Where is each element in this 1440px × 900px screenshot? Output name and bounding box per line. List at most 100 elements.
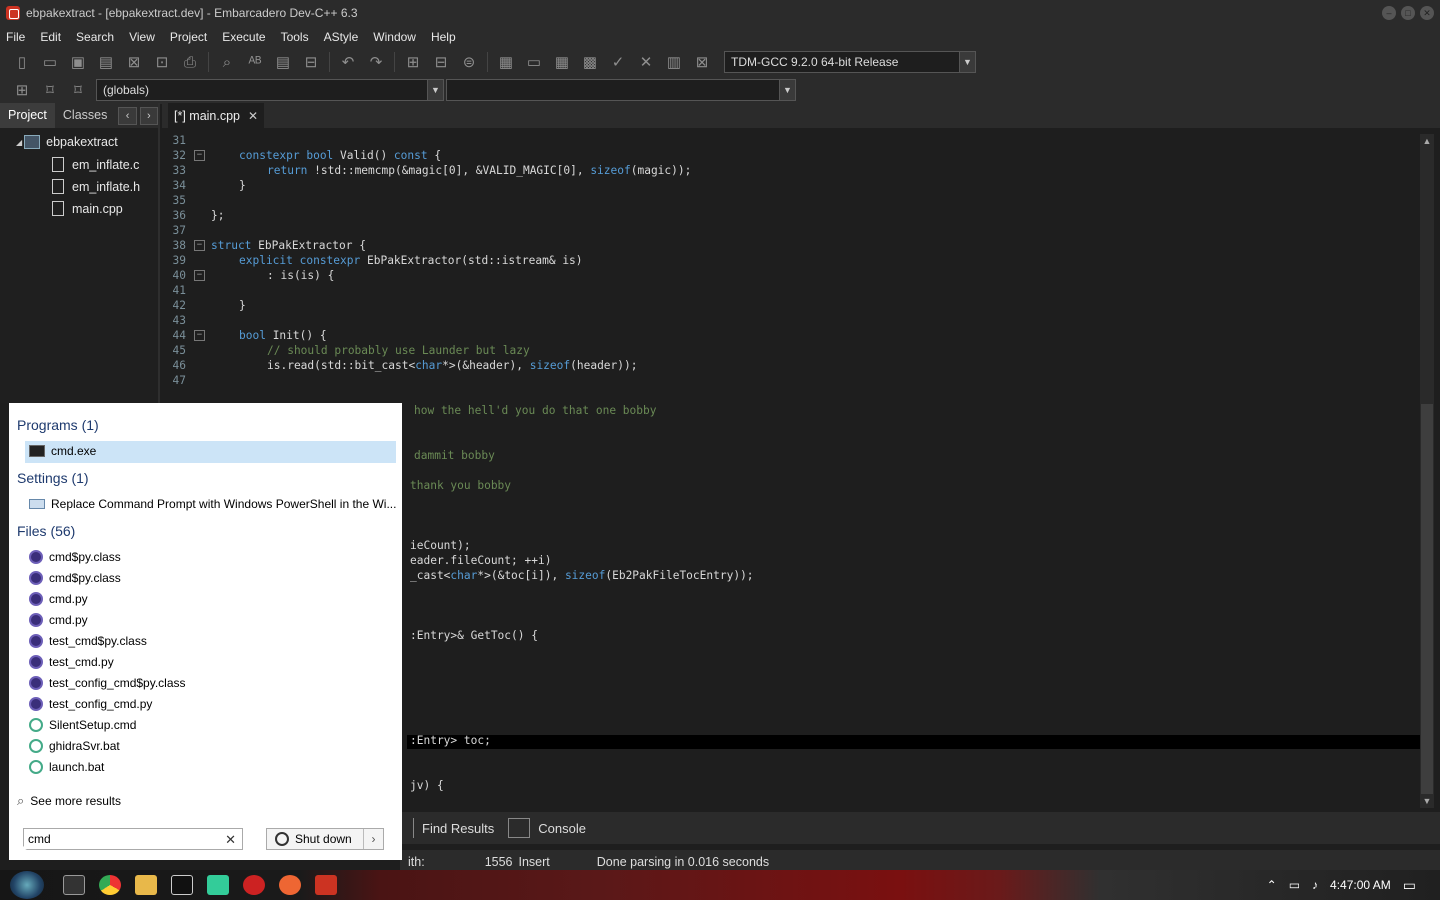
menu-edit[interactable]: Edit (40, 30, 61, 44)
7zip-icon[interactable] (171, 875, 193, 895)
task-view-icon[interactable] (63, 875, 85, 895)
new-file-icon[interactable]: ▯ (11, 52, 33, 72)
menu-tools[interactable]: Tools (281, 30, 309, 44)
network-icon[interactable]: ▭ (1289, 878, 1300, 892)
tree-file-em-inflate-h[interactable]: em_inflate.h (52, 179, 140, 194)
compile-icon[interactable]: ▦ (495, 52, 517, 72)
notifications-icon[interactable]: ▭ (1403, 877, 1416, 894)
menu-file[interactable]: File (6, 30, 25, 44)
firefox-icon[interactable] (279, 875, 301, 895)
open-folder-icon[interactable]: ▭ (39, 52, 61, 72)
menu-help[interactable]: Help (431, 30, 456, 44)
undo-icon[interactable]: ↶ (337, 52, 359, 72)
compile-run-icon[interactable]: ▦ (551, 52, 573, 72)
result-file[interactable]: ghidraSvr.bat (29, 739, 120, 753)
save-all-icon[interactable]: ▤ (95, 52, 117, 72)
close-all-icon[interactable]: ⊡ (151, 52, 173, 72)
fold-icon[interactable]: − (194, 270, 205, 281)
project-root[interactable]: ◢ ebpakextract (16, 135, 118, 149)
expand-icon[interactable]: ◢ (16, 138, 22, 147)
result-file[interactable]: test_cmd.py (29, 655, 114, 669)
menu-view[interactable]: View (129, 30, 155, 44)
notepad-icon[interactable] (207, 875, 229, 895)
menu-execute[interactable]: Execute (222, 30, 265, 44)
maximize-button[interactable]: □ (1401, 6, 1415, 20)
result-setting-powershell[interactable]: Replace Command Prompt with Windows Powe… (29, 497, 396, 511)
menu-search[interactable]: Search (76, 30, 114, 44)
compiler-select[interactable]: TDM-GCC 9.2.0 64-bit Release ▼ (724, 51, 976, 73)
tab-find-results[interactable]: Find Results (408, 818, 494, 838)
tab-console[interactable]: Console (508, 818, 586, 838)
find-icon[interactable]: ⌕ (216, 52, 238, 72)
menu-window[interactable]: Window (373, 30, 416, 44)
chevron-down-icon[interactable]: ▼ (959, 52, 975, 72)
split-icon[interactable]: ⊟ (300, 52, 322, 72)
result-file[interactable]: cmd.py (29, 613, 88, 627)
chevron-down-icon[interactable]: ▼ (779, 80, 795, 100)
replace-icon[interactable]: ᴬᴮ (244, 52, 266, 72)
redo-icon[interactable]: ↷ (365, 52, 387, 72)
close-button[interactable]: ✕ (1420, 6, 1434, 20)
close-tab-icon[interactable]: ✕ (248, 109, 258, 123)
rebuild-all-icon[interactable]: ▩ (579, 52, 601, 72)
result-file[interactable]: cmd$py.class (29, 571, 121, 585)
goto-icon[interactable]: ▤ (272, 52, 294, 72)
result-file[interactable]: test_config_cmd$py.class (29, 676, 186, 690)
remove-from-project-icon[interactable]: ⊟ (430, 52, 452, 72)
scroll-down-icon[interactable]: ▼ (1420, 796, 1434, 806)
insert-icon[interactable]: ⊞ (11, 80, 33, 100)
stop-icon[interactable]: ✕ (635, 52, 657, 72)
tab-classes[interactable]: Classes (55, 103, 115, 128)
tree-file-main-cpp[interactable]: main.cpp (52, 201, 123, 216)
result-file[interactable]: cmd$py.class (29, 550, 121, 564)
function-select[interactable]: ▼ (446, 79, 796, 101)
see-more-results[interactable]: ⌕ See more results (17, 793, 121, 809)
chevron-down-icon[interactable]: ▼ (427, 80, 443, 100)
project-options-icon[interactable]: ⊜ (458, 52, 480, 72)
result-file[interactable]: test_config_cmd.py (29, 697, 152, 711)
result-file[interactable]: cmd.py (29, 592, 88, 606)
result-file[interactable]: test_cmd$py.class (29, 634, 147, 648)
clock[interactable]: 4:47:00 AM (1330, 878, 1391, 892)
tab-project[interactable]: Project (0, 103, 55, 128)
tree-file-em-inflate-c[interactable]: em_inflate.c (52, 157, 139, 172)
chevron-left-icon[interactable]: ‹ (118, 106, 137, 125)
fold-icon[interactable]: − (194, 330, 205, 341)
start-orb-icon[interactable] (10, 871, 44, 899)
chrome-icon[interactable] (99, 875, 121, 895)
scope-select[interactable]: (globals) ▼ (96, 79, 444, 101)
menu-astyle[interactable]: AStyle (324, 30, 359, 44)
chevron-right-icon[interactable]: › (139, 106, 158, 125)
file-explorer-icon[interactable] (135, 875, 157, 895)
tab-main-cpp[interactable]: [*] main.cpp ✕ (168, 103, 265, 128)
volume-icon[interactable]: ♪ (1312, 878, 1318, 892)
save-icon[interactable]: ▣ (67, 52, 89, 72)
profile-icon[interactable]: ▥ (663, 52, 685, 72)
close-file-icon[interactable]: ⊠ (123, 52, 145, 72)
shutdown-options-icon[interactable]: › (363, 829, 383, 849)
app-icon[interactable] (243, 875, 265, 895)
run-icon[interactable]: ▭ (523, 52, 545, 72)
taskbar: ⌃ ▭ ♪ 4:47:00 AM ▭ (0, 870, 1440, 900)
result-file[interactable]: launch.bat (29, 760, 104, 774)
print-icon[interactable]: ⎙ (179, 52, 201, 72)
scrollbar-thumb[interactable] (1421, 404, 1433, 794)
shutdown-button[interactable]: Shut down › (266, 828, 384, 850)
delete-profile-icon[interactable]: ⊠ (691, 52, 713, 72)
fold-icon[interactable]: − (194, 240, 205, 251)
menu-project[interactable]: Project (170, 30, 207, 44)
goto-bookmark-icon[interactable]: ⌑ (67, 80, 89, 100)
syntax-check-icon[interactable]: ✓ (607, 52, 629, 72)
editor-scrollbar[interactable]: ▲ ▼ (1420, 134, 1434, 808)
add-to-project-icon[interactable]: ⊞ (402, 52, 424, 72)
devcpp-icon[interactable] (315, 875, 337, 895)
minimize-button[interactable]: – (1382, 6, 1396, 20)
scroll-up-icon[interactable]: ▲ (1420, 136, 1434, 146)
chevron-up-icon[interactable]: ⌃ (1267, 878, 1277, 892)
fold-icon[interactable]: − (194, 150, 205, 161)
start-search-input[interactable]: cmd ✕ (23, 828, 243, 850)
clear-search-icon[interactable]: ✕ (225, 832, 236, 848)
result-cmd-exe[interactable]: cmd.exe (29, 444, 96, 458)
result-file[interactable]: SilentSetup.cmd (29, 718, 136, 732)
bookmark-icon[interactable]: ⌑ (39, 80, 61, 100)
